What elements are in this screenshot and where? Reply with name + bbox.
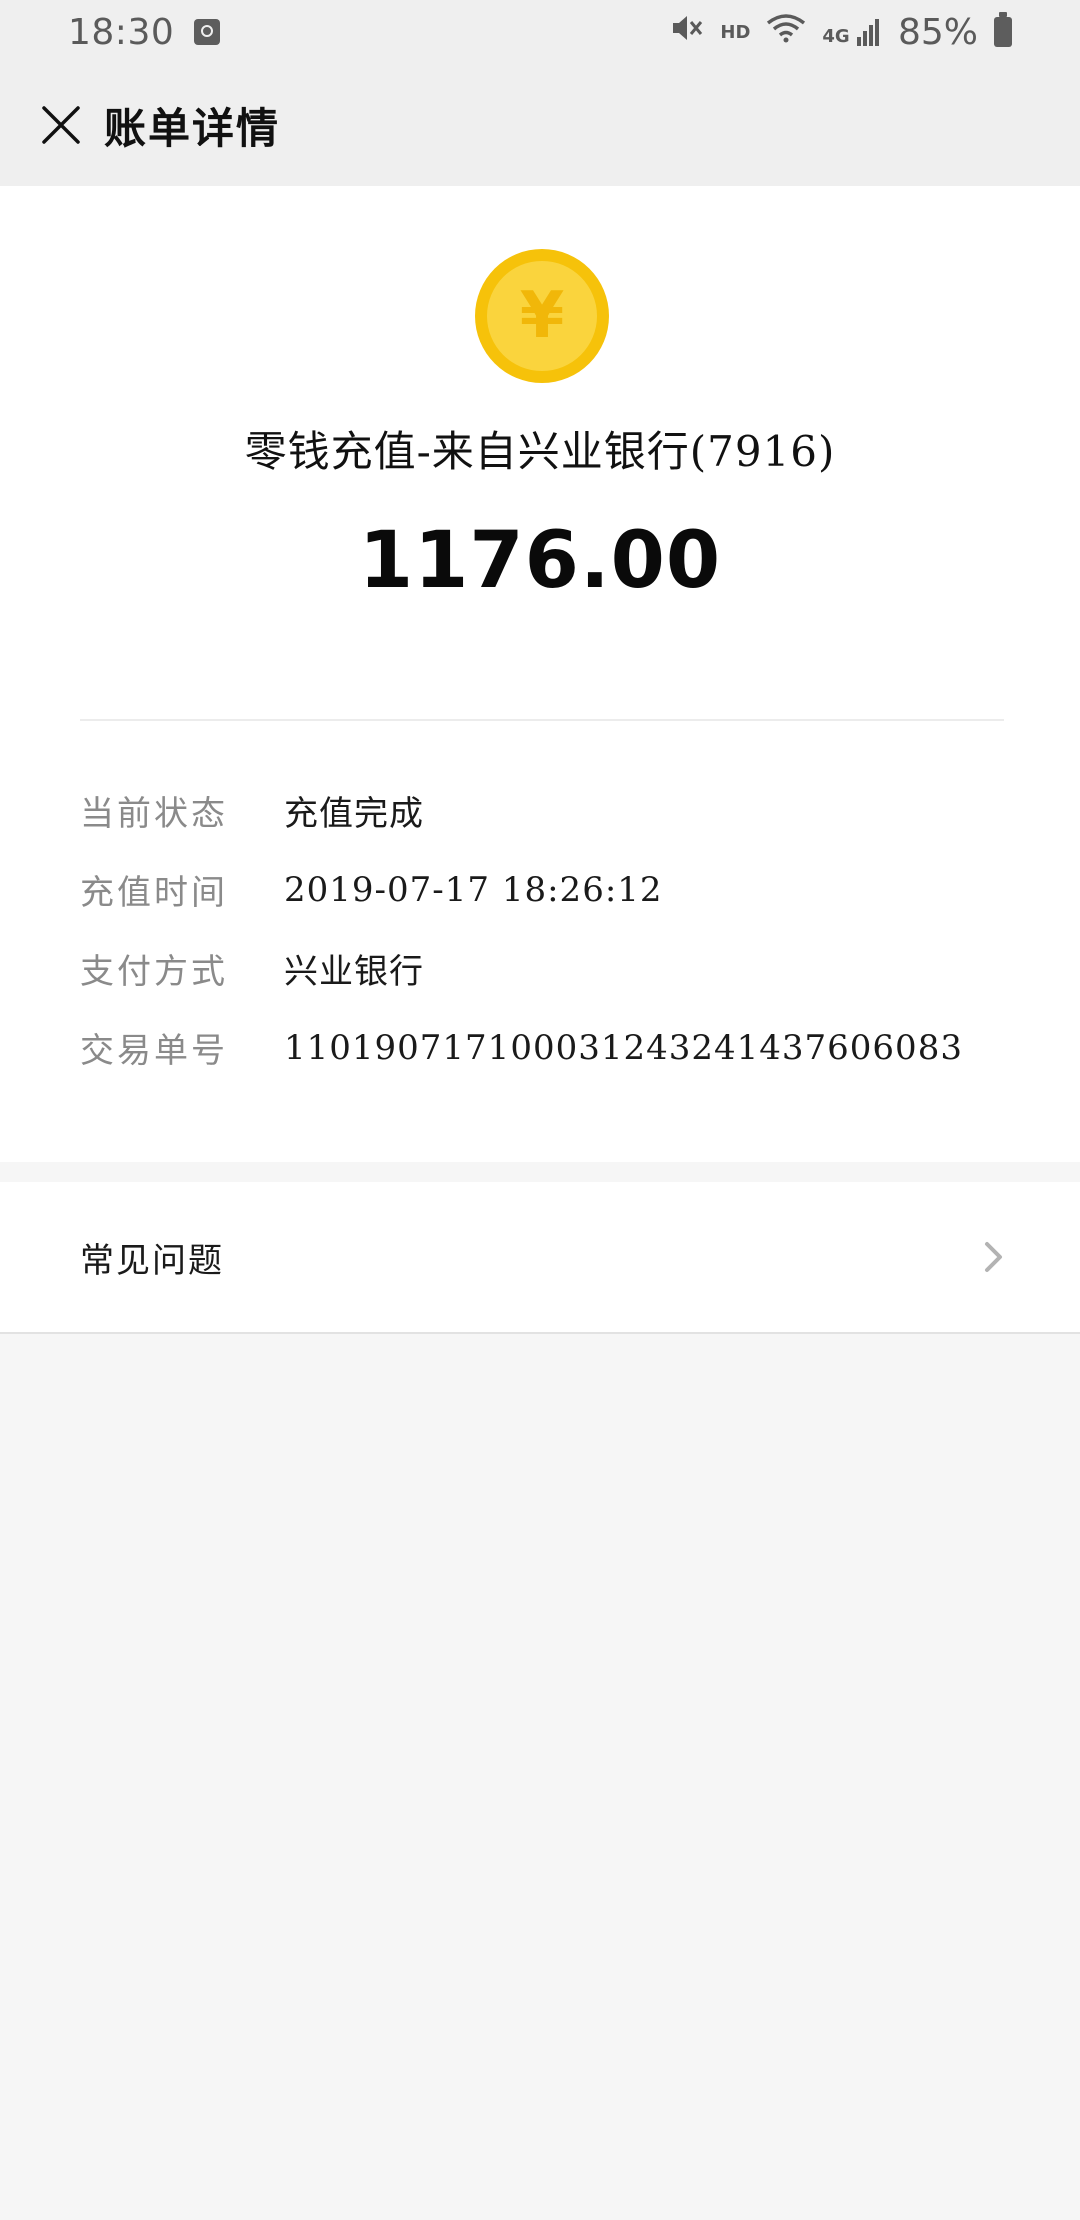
detail-row-time: 充值时间 2019-07-17 18:26:12 (80, 850, 1004, 929)
app-header: 账单详情 (0, 64, 1080, 186)
cell-signal-icon: 4G (822, 17, 882, 47)
yuan-symbol: ¥ (487, 261, 597, 371)
mute-icon (670, 12, 704, 52)
network-type: 4G (822, 26, 850, 47)
detail-value: 1101907171000312432414376060​83 (284, 1027, 963, 1068)
battery-icon (994, 12, 1012, 47)
detail-value: 2019-07-17 18:26:12 (284, 869, 663, 910)
detail-label: 当前状态 (80, 794, 228, 834)
detail-label: 交易单号 (80, 1031, 228, 1071)
bill-detail-card: ¥ 零钱充值-来自兴业银行(7916) 1176.00 当前状态 充值完成 充值… (0, 186, 1080, 1162)
page-title: 账单详情 (104, 103, 281, 153)
wifi-icon (766, 13, 806, 51)
transaction-title: 零钱充值-来自兴业银行(7916) (244, 427, 836, 476)
close-icon (42, 106, 80, 144)
hd-indicator: HD (720, 21, 751, 43)
coin-icon: ¥ (475, 249, 609, 383)
battery-percent: 85% (897, 11, 978, 53)
faq-label: 常见问题 (80, 1240, 224, 1281)
divider (80, 719, 1004, 721)
notification-app-icon (194, 19, 221, 45)
detail-row-payment-method: 支付方式 兴业银行 (80, 929, 1004, 1008)
detail-row-transaction-id: 交易单号 1101907171000312432414376060​83 (80, 1008, 1004, 1087)
status-icons: HD 4G 85% (670, 12, 1012, 53)
detail-label: 支付方式 (80, 952, 228, 992)
status-time: 18:30 (68, 11, 175, 53)
detail-row-status: 当前状态 充值完成 (80, 771, 1004, 850)
detail-label: 充值时间 (80, 873, 228, 913)
status-bar: 18:30 HD 4G 85% (0, 0, 1080, 64)
transaction-amount: 1176.00 (358, 516, 722, 606)
detail-value: 充值完成 (284, 794, 424, 834)
detail-value: 兴业银行 (284, 952, 424, 992)
detail-list: 当前状态 充值完成 充值时间 2019-07-17 18:26:12 支付方式 … (80, 771, 1004, 1087)
faq-row[interactable]: 常见问题 (0, 1182, 1080, 1334)
chevron-right-icon (985, 1242, 1002, 1272)
